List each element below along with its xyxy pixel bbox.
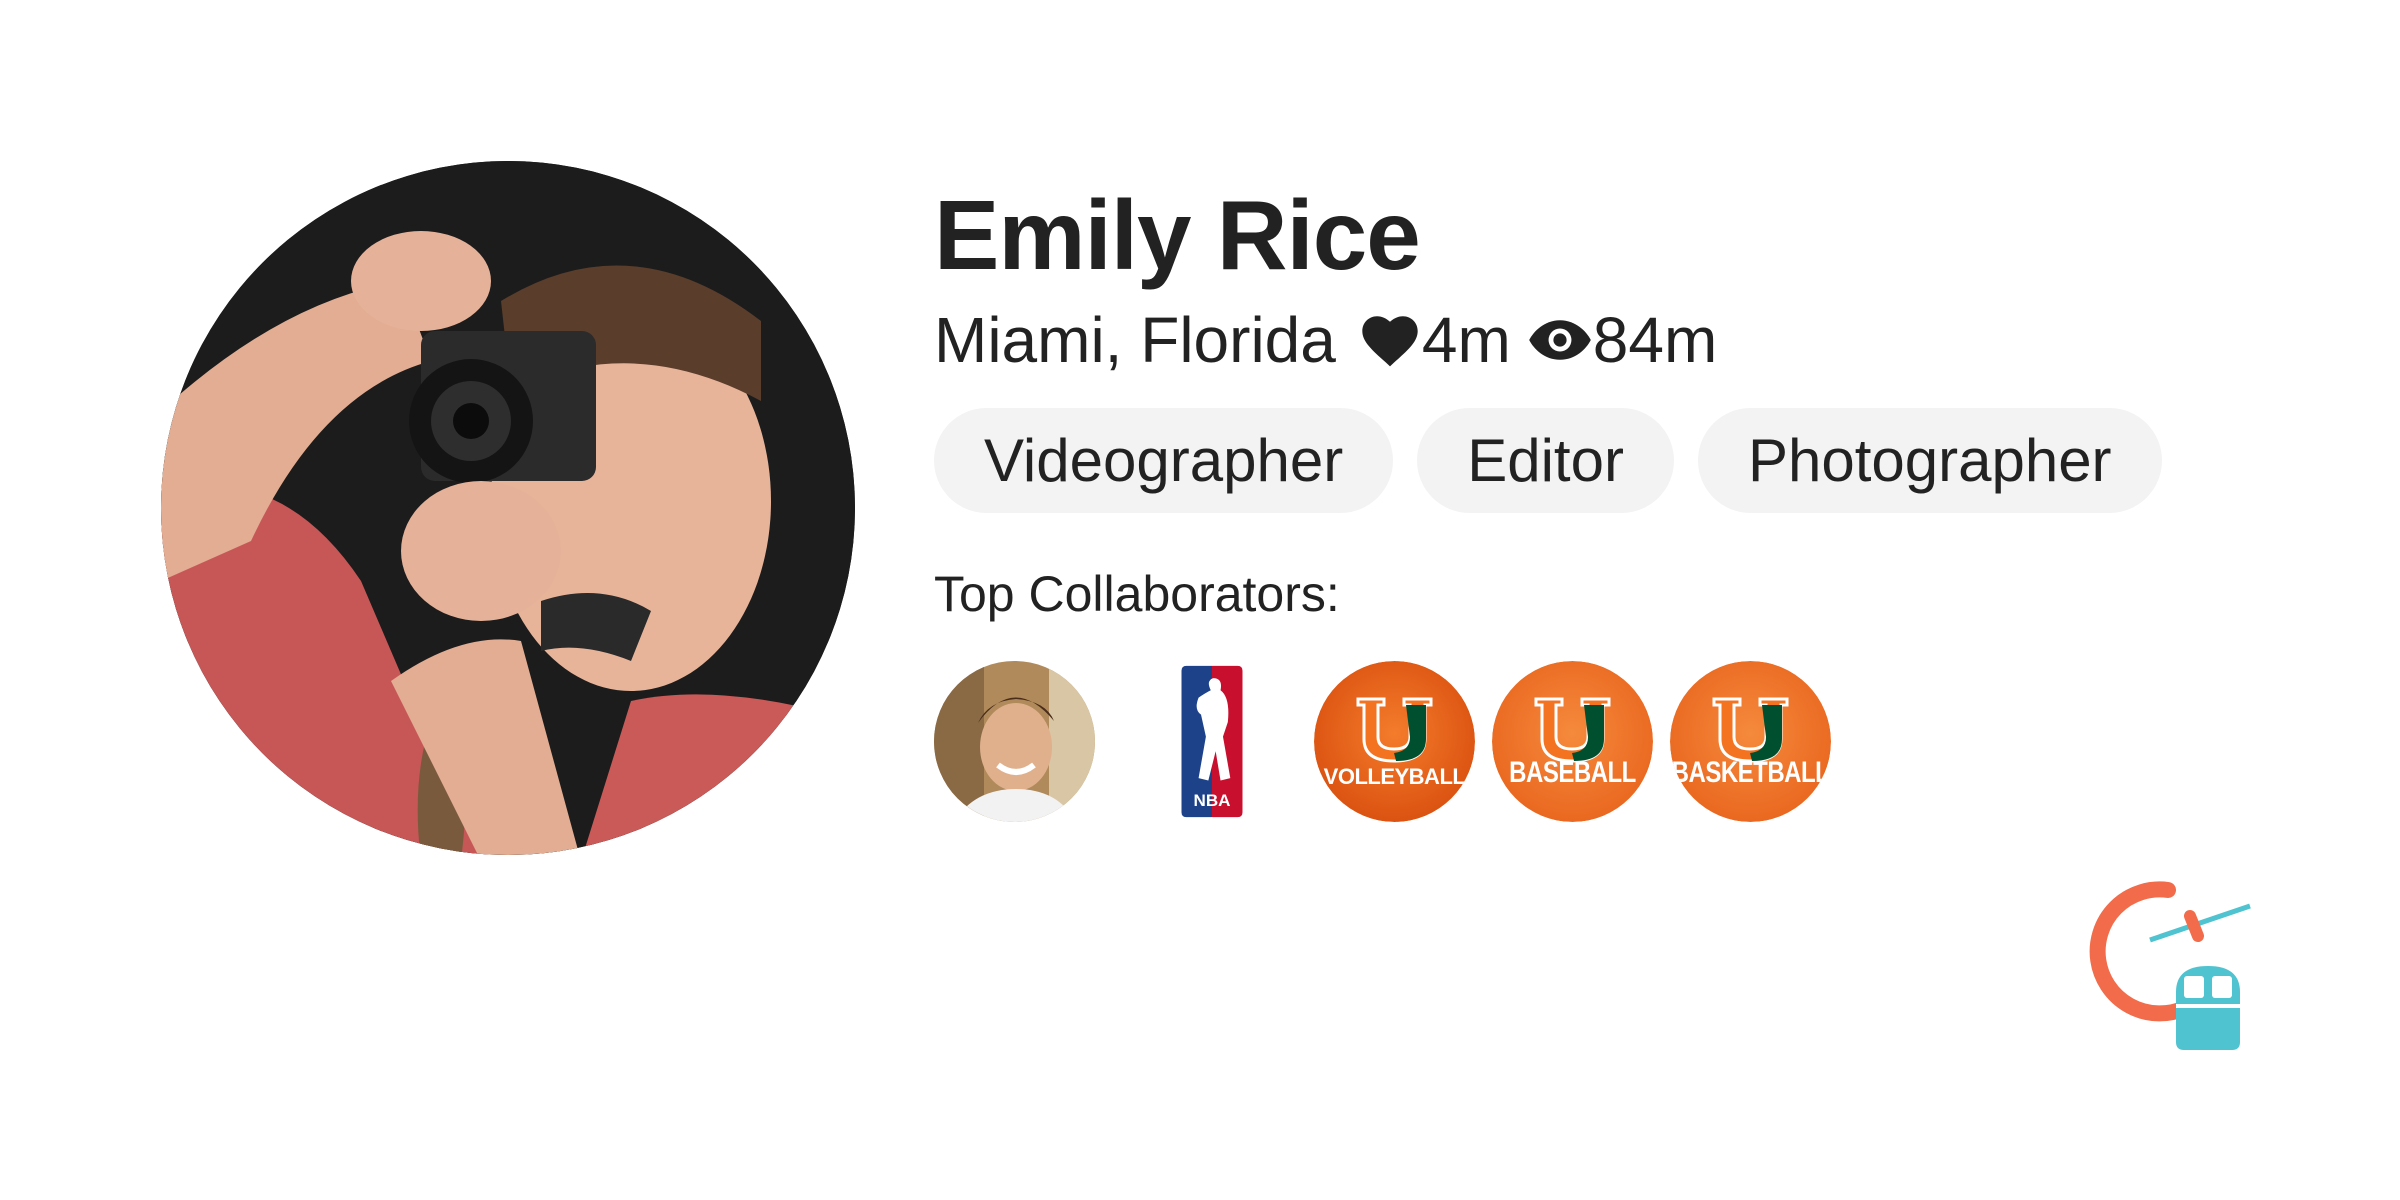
avatar-photo [161, 161, 855, 855]
collaborator-miami-baseball[interactable]: BASEBALL [1492, 661, 1653, 822]
role-tags: Videographer Editor Photographer [934, 408, 2234, 513]
views-stat: 84m [1527, 304, 1718, 376]
profile-avatar[interactable] [161, 161, 855, 855]
collaborator-nba[interactable]: NBA [1112, 661, 1312, 822]
miami-u-logo-icon [1492, 661, 1653, 822]
miami-u-logo-icon [1314, 661, 1475, 822]
views-count: 84m [1592, 304, 1718, 376]
tag-photographer[interactable]: Photographer [1697, 408, 2162, 513]
basketball-label: BASKETBALL [1671, 755, 1830, 790]
volleyball-label: VOLLEYBALL [1323, 764, 1466, 789]
heart-icon [1362, 316, 1418, 367]
tag-videographer[interactable]: Videographer [934, 408, 1394, 513]
collaborator-miami-volleyball[interactable]: VOLLEYBALL [1314, 661, 1475, 822]
profile-name: Emily Rice [934, 180, 1421, 290]
profile-card: Emily Rice Miami, Florida 4m 84m Videogr… [0, 0, 2400, 1200]
likes-count: 4m [1421, 304, 1511, 376]
location-text: Miami, Florida [934, 304, 1336, 376]
profile-meta: Miami, Florida 4m 84m [934, 304, 2234, 376]
miami-u-logo-icon [1670, 661, 1831, 822]
collaborator-miami-basketball[interactable]: BASKETBALL [1670, 661, 1831, 822]
collaborator-person[interactable] [934, 661, 1095, 822]
collaborators-title: Top Collaborators: [934, 566, 1340, 622]
tag-editor[interactable]: Editor [1417, 408, 1674, 513]
person-avatar-photo [934, 661, 1095, 822]
nba-logo-text: NBA [1194, 791, 1231, 810]
profile-info: Emily Rice Miami, Florida 4m 84m Videogr… [934, 180, 2234, 822]
nba-logo-icon: NBA [1176, 661, 1248, 822]
gondola-logo-icon [2089, 881, 2251, 1050]
collaborators-list: NBA VOLLEYBALL BASEBALL BASKETBALL [934, 661, 2234, 822]
eye-icon [1528, 320, 1591, 360]
likes-stat: 4m [1358, 304, 1511, 376]
baseball-label: BASEBALL [1509, 755, 1636, 790]
